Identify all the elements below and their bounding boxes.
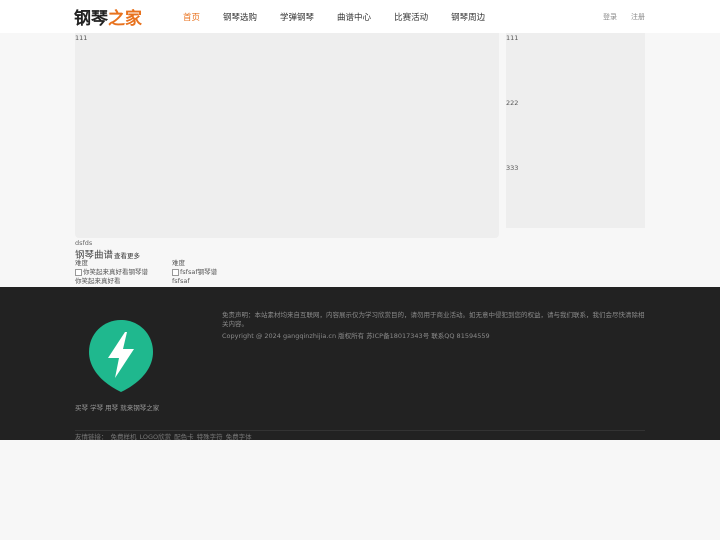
footer-slogan: 买琴 学琴 用琴 就来钢琴之家	[75, 404, 160, 412]
nav-item-accessories[interactable]: 钢琴周边	[451, 11, 485, 23]
card-title[interactable]: fsfsaf	[172, 277, 217, 286]
friend-links: 友情链接： 免费样机 LOGO欣赏 配色卡 特殊字符 免费字体	[75, 431, 255, 441]
card-image[interactable]: fsfsaf钢琴谱	[172, 268, 217, 277]
banner-main-slide[interactable]: 111	[75, 33, 499, 238]
nav-item-piano-buying[interactable]: 钢琴选购	[223, 11, 257, 23]
banner-main-label: 111	[75, 34, 88, 42]
friend-link[interactable]: 特殊字符	[197, 433, 223, 441]
nav-item-learn-piano[interactable]: 学弹钢琴	[280, 11, 314, 23]
footer-disclaimer: 免责声明：本站素材均来自互联网，内容展示仅为学习欣赏目的，请勿用于商业活动。如无…	[222, 311, 645, 328]
login-link[interactable]: 登录	[603, 12, 617, 22]
site-footer: 买琴 学琴 用琴 就来钢琴之家 免责声明：本站素材均来自互联网，内容展示仅为学习…	[0, 287, 720, 441]
card-image[interactable]: 你笑起来真好看钢琴谱	[75, 268, 148, 277]
card-title[interactable]: 你笑起来真好看	[75, 277, 148, 286]
card-difficulty: 难度	[172, 259, 185, 267]
friend-link[interactable]: 免费样机	[111, 433, 137, 441]
site-logo[interactable]: 钢琴 之家	[74, 5, 142, 29]
site-header: 钢琴 之家 首页 钢琴选购 学弹钢琴 曲谱中心 比赛活动 钢琴周边 登录 注册	[0, 0, 720, 33]
banner-side-item[interactable]: 333	[506, 164, 518, 172]
banner-side-item[interactable]: 111	[506, 34, 518, 42]
card-difficulty: 难度	[75, 259, 88, 267]
friend-link[interactable]: LOGO欣赏	[140, 433, 172, 441]
banner-side-panel: 111 222 333	[506, 33, 645, 228]
main-nav: 首页 钢琴选购 学弹钢琴 曲谱中心 比赛活动 钢琴周边	[183, 11, 508, 23]
friend-link[interactable]: 配色卡	[174, 433, 194, 441]
nav-item-competitions[interactable]: 比赛活动	[394, 11, 428, 23]
lightning-logo-icon	[89, 320, 153, 392]
banner-side-item[interactable]: 222	[506, 99, 518, 107]
banner-caption: dsfds	[75, 239, 93, 247]
register-link[interactable]: 注册	[631, 12, 645, 22]
logo-text-part1: 钢琴	[74, 8, 108, 29]
card-image-alt: 你笑起来真好看钢琴谱	[83, 268, 148, 276]
friend-link[interactable]: 免费字体	[226, 433, 252, 441]
logo-text-part2: 之家	[108, 8, 142, 29]
friend-links-label: 友情链接：	[75, 433, 108, 441]
sheet-card[interactable]: 难度 fsfsaf钢琴谱 fsfsaf	[172, 259, 217, 286]
nav-item-home[interactable]: 首页	[183, 11, 200, 23]
sheet-card[interactable]: 难度 你笑起来真好看钢琴谱 你笑起来真好看	[75, 259, 148, 286]
footer-copyright: Copyright @ 2024 gangqinzhijia.cn 版权所有 苏…	[222, 332, 490, 340]
broken-image-icon	[75, 269, 82, 276]
card-image-alt: fsfsaf钢琴谱	[180, 268, 218, 276]
nav-item-sheet-music[interactable]: 曲谱中心	[337, 11, 371, 23]
broken-image-icon	[172, 269, 179, 276]
auth-links: 登录 注册	[589, 12, 645, 22]
